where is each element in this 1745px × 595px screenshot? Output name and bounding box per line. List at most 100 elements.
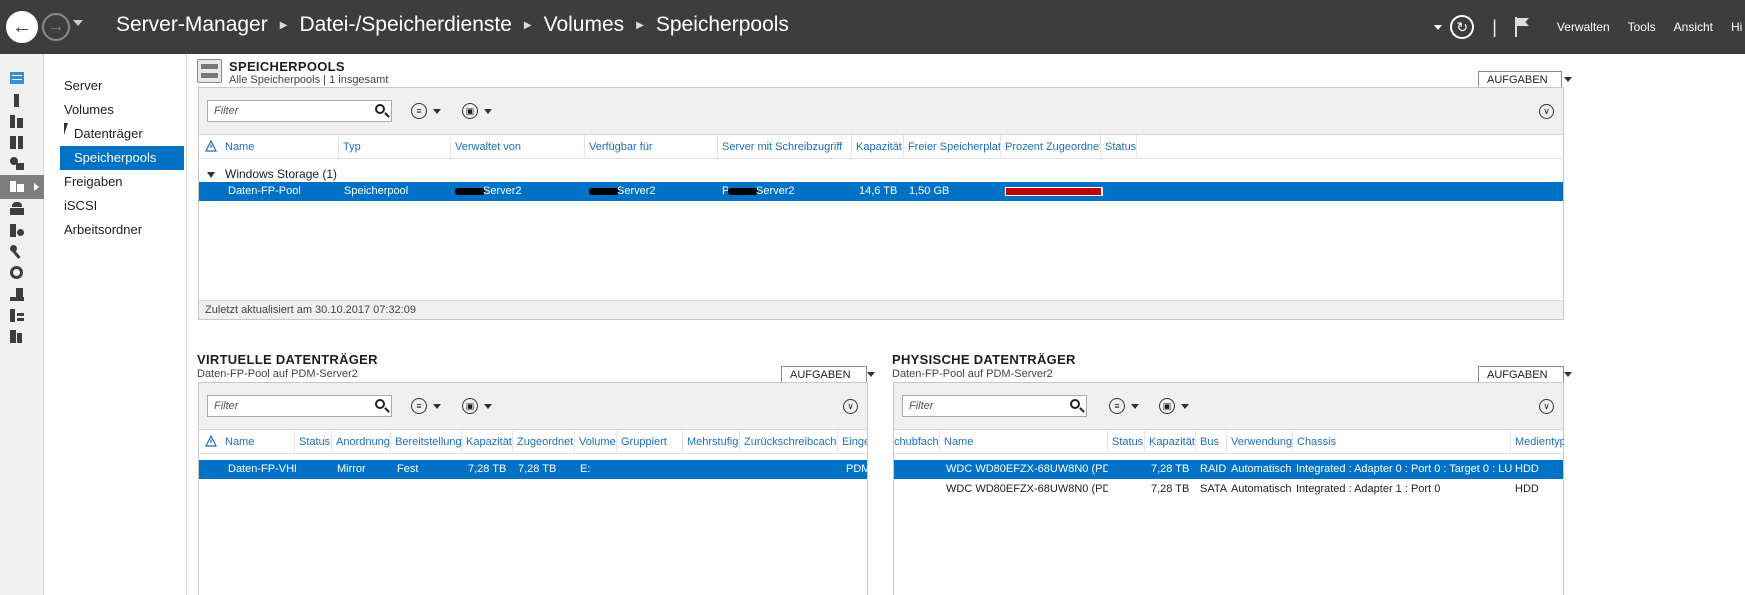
- pools-collapse-icon[interactable]: ∨: [1539, 104, 1554, 119]
- npas-icon[interactable]: [10, 245, 26, 259]
- save-icon: ▣: [1159, 398, 1175, 414]
- vcol-kapazitaet[interactable]: Kapazität: [462, 430, 513, 454]
- col-verwaltet-von[interactable]: Verwaltet von: [451, 135, 585, 159]
- vcol-volume[interactable]: Volume: [575, 430, 617, 454]
- pools-filter-input[interactable]: Filter: [207, 100, 392, 122]
- vcol-anordnung[interactable]: Anordnung: [332, 430, 391, 454]
- warning-icon[interactable]: [205, 435, 217, 447]
- col-kapazitaet[interactable]: Kapazität: [852, 135, 904, 159]
- nav-item-iscsi[interactable]: iSCSI: [44, 194, 186, 218]
- vcol-bereitstellung[interactable]: Bereitstellung: [391, 430, 462, 454]
- all-servers-icon[interactable]: [10, 115, 26, 129]
- hyper-v-icon[interactable]: [10, 202, 26, 216]
- history-dropdown-icon[interactable]: [73, 20, 83, 26]
- wsus-icon[interactable]: [10, 309, 26, 323]
- pcol-einschubfach[interactable]: chubfach: [894, 430, 940, 454]
- menu-ansicht[interactable]: Ansicht: [1674, 20, 1713, 34]
- back-button[interactable]: ←: [6, 11, 38, 43]
- nav-item-arbeitsordner[interactable]: Arbeitsordner: [44, 218, 186, 242]
- search-icon[interactable]: [375, 104, 385, 114]
- virtual-save-query-button[interactable]: ▣: [462, 396, 498, 416]
- virtual-table-row[interactable]: Daten-FP-VHD Mirror Fest 7,28 TB 7,28 TB…: [199, 460, 868, 479]
- refresh-dropdown-icon[interactable]: [1434, 24, 1443, 30]
- menu-tools[interactable]: Tools: [1628, 20, 1656, 34]
- virtual-list-options-button[interactable]: ≡: [411, 396, 447, 416]
- pools-list-options-button[interactable]: ≡: [411, 101, 447, 121]
- print-services-icon[interactable]: [10, 288, 26, 302]
- pcol-chassis[interactable]: Chassis: [1293, 430, 1511, 454]
- save-icon: ▣: [462, 103, 478, 119]
- vcol-zugeordnet[interactable]: Zugeordnet: [513, 430, 575, 454]
- pools-table-row[interactable]: Daten-FP-Pool Speicherpool Server2 Serve…: [199, 182, 1563, 201]
- pcol-bus[interactable]: Bus: [1196, 430, 1227, 454]
- vdisk-einge: PDM: [846, 463, 868, 475]
- col-name[interactable]: Name: [221, 135, 339, 159]
- pcol-verwendung[interactable]: Verwendung: [1227, 430, 1293, 454]
- vcol-mehrstufig[interactable]: Mehrstufig: [683, 430, 740, 454]
- pcol-name[interactable]: Name: [940, 430, 1108, 454]
- pools-column-headers: Name Typ Verwaltet von Verfügbar für Ser…: [199, 135, 1563, 159]
- pools-save-query-button[interactable]: ▣: [462, 101, 498, 121]
- vcol-name[interactable]: Name: [221, 430, 295, 454]
- col-server-schreibzugriff[interactable]: Server mit Schreibzugriff: [718, 135, 852, 159]
- pdisk-name: WDC WD80EFZX-68UW8N0 (PDM...: [946, 463, 1108, 475]
- pcol-medientyp[interactable]: Medientyp: [1511, 430, 1564, 454]
- pcol-status[interactable]: Status: [1108, 430, 1145, 454]
- pdisk-medientyp: HDD: [1515, 463, 1539, 475]
- virtual-toolbar: Filter ≡ ▣ ∨: [199, 383, 867, 430]
- search-icon[interactable]: [375, 399, 385, 409]
- col-status[interactable]: Status: [1101, 135, 1137, 159]
- nav-item-server[interactable]: Server: [44, 74, 186, 98]
- vcol-einge[interactable]: Einge: [838, 430, 867, 454]
- pcol-kapazitaet[interactable]: Kapazität: [1145, 430, 1196, 454]
- physical-tasks-button[interactable]: AUFGABEN: [1478, 366, 1572, 383]
- search-icon[interactable]: [1070, 399, 1080, 409]
- breadcrumb-server-manager[interactable]: Server-Manager: [116, 13, 268, 37]
- physical-collapse-icon[interactable]: ∨: [1539, 399, 1554, 414]
- pool-typ: Speicherpool: [344, 185, 409, 197]
- menu-verwalten[interactable]: Verwalten: [1557, 20, 1610, 34]
- local-server-icon[interactable]: [10, 94, 26, 108]
- vcol-zurueckschreibcache[interactable]: Zurückschreibcache: [740, 430, 838, 454]
- physical-filter-input[interactable]: Filter: [902, 395, 1087, 417]
- physical-table-row[interactable]: WDC WD80EFZX-68UW8N0 (PDM... 7,28 TB SAT…: [894, 480, 1563, 499]
- nav-item-speicherpools[interactable]: Speicherpools: [60, 146, 184, 170]
- breadcrumb-file-storage[interactable]: Datei-/Speicherdienste: [299, 13, 511, 37]
- physical-table-row[interactable]: WDC WD80EFZX-68UW8N0 (PDM... 7,28 TB RAI…: [894, 460, 1563, 479]
- dhcp-icon[interactable]: [10, 157, 26, 171]
- refresh-icon[interactable]: ↻: [1450, 15, 1475, 39]
- nav-item-freigaben[interactable]: Freigaben: [44, 170, 186, 194]
- warning-icon[interactable]: [205, 140, 217, 152]
- notifications-flag-icon[interactable]: [1514, 17, 1531, 37]
- ad-ds-icon[interactable]: [10, 136, 26, 150]
- dashboard-icon[interactable]: [10, 72, 26, 86]
- virtual-tasks-button[interactable]: AUFGABEN: [781, 366, 875, 383]
- nav-item-volumes[interactable]: Volumes: [44, 98, 186, 122]
- pools-tasks-button[interactable]: AUFGABEN: [1478, 71, 1572, 88]
- menu-hilfe[interactable]: Hi: [1731, 20, 1745, 34]
- pdisk-bus: RAID: [1200, 463, 1227, 475]
- file-storage-services-icon[interactable]: [0, 175, 44, 199]
- forward-button[interactable]: →: [42, 13, 70, 41]
- iis-icon[interactable]: [10, 224, 26, 238]
- pools-group-header[interactable]: Windows Storage (1): [207, 167, 337, 181]
- vcol-status[interactable]: Status: [295, 430, 332, 454]
- remote-desktop-icon[interactable]: [10, 266, 49, 280]
- collapse-triangle-icon[interactable]: [207, 171, 215, 178]
- divider: |: [1492, 16, 1497, 37]
- physical-save-query-button[interactable]: ▣: [1159, 396, 1195, 416]
- virtual-filter-placeholder: Filter: [214, 400, 239, 412]
- breadcrumb-volumes[interactable]: Volumes: [544, 13, 625, 37]
- col-freier-speicherplatz[interactable]: Freier Speicherplatz: [904, 135, 1001, 159]
- breadcrumb-separator-icon: ▶: [523, 19, 532, 31]
- volume-activation-icon[interactable]: [10, 330, 26, 344]
- virtual-collapse-icon[interactable]: ∨: [843, 399, 858, 414]
- col-prozent-zugeordnet[interactable]: Prozent Zugeordnet: [1001, 135, 1101, 159]
- col-verfuegbar-fuer[interactable]: Verfügbar für: [585, 135, 718, 159]
- col-typ[interactable]: Typ: [339, 135, 451, 159]
- virtual-disks-panel: Filter ≡ ▣ ∨ Name Status Anordnung Berei…: [198, 382, 868, 595]
- virtual-filter-input[interactable]: Filter: [207, 395, 392, 417]
- pools-filter-placeholder: Filter: [214, 105, 239, 117]
- vcol-gruppiert[interactable]: Gruppiert: [617, 430, 683, 454]
- physical-list-options-button[interactable]: ≡: [1109, 396, 1145, 416]
